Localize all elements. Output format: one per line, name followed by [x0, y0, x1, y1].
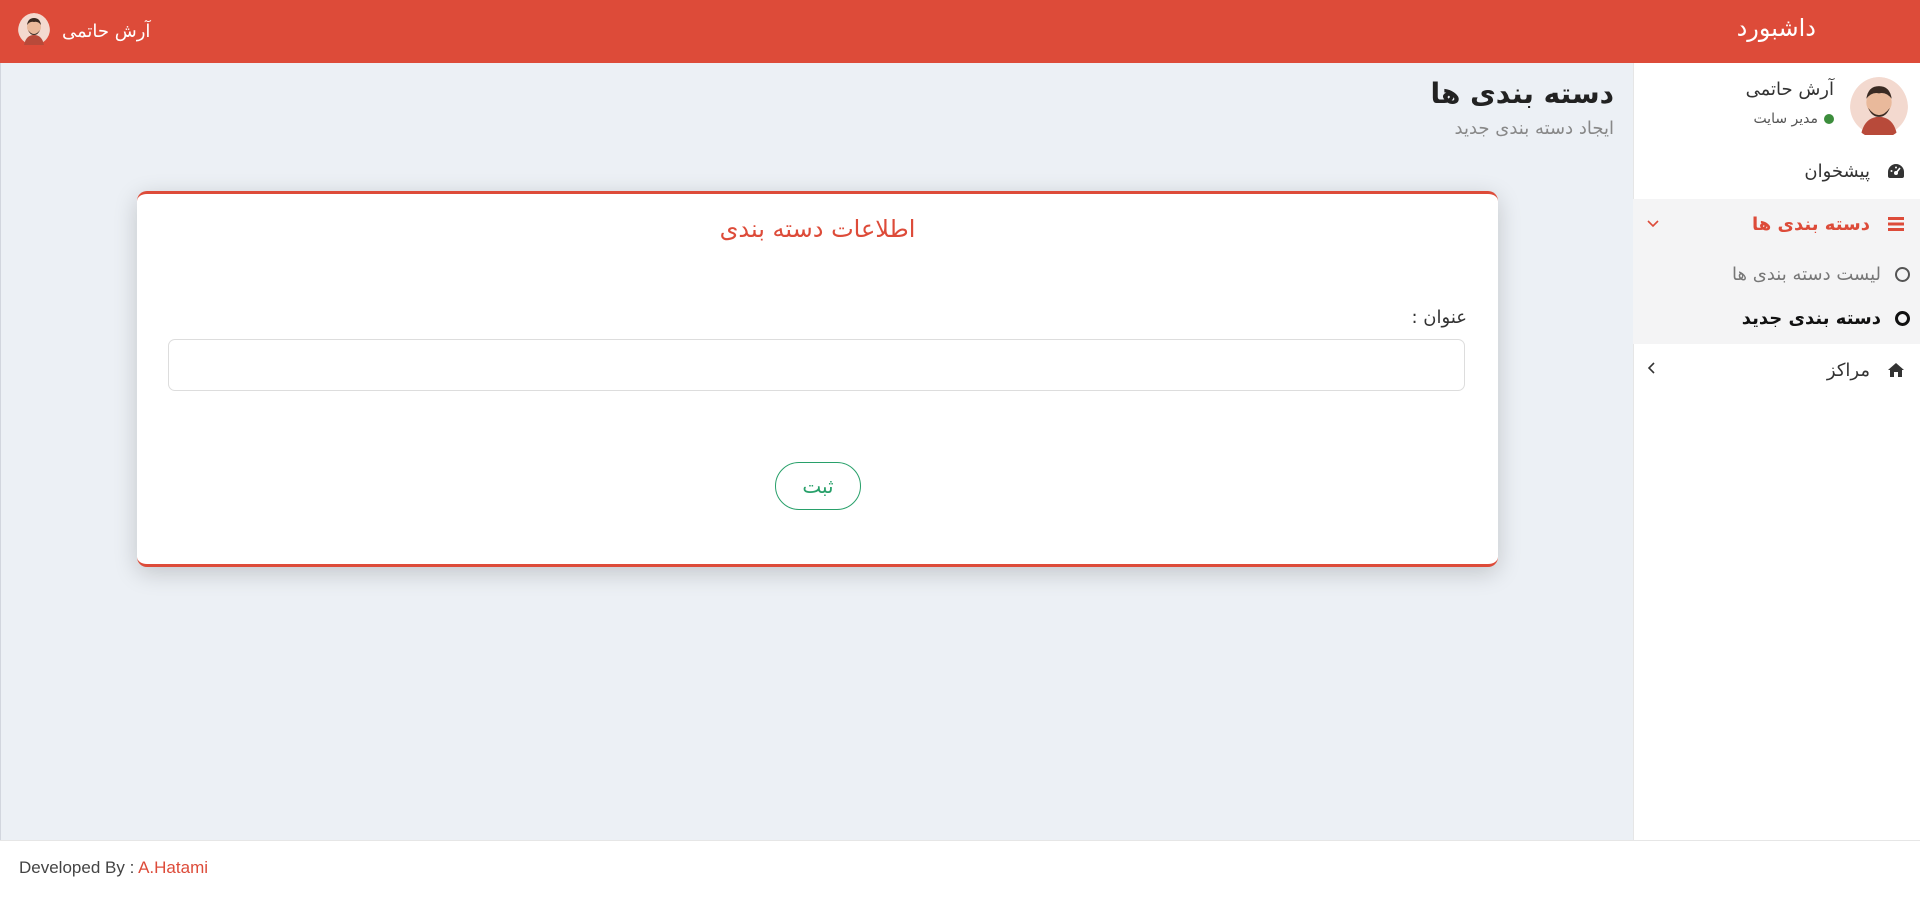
header-user-name: آرش حاتمی: [62, 20, 151, 42]
sidebar-subitem-new-category[interactable]: دسته بندی جدید: [1633, 297, 1920, 339]
user-status: مدیر سایت: [1753, 111, 1834, 127]
sidebar-item-categories[interactable]: دسته بندی ها: [1633, 199, 1920, 249]
top-header: داشبورد آرش حاتمی: [0, 0, 1920, 63]
chevron-down-icon: [1647, 216, 1659, 232]
sidebar-user-name: آرش حاتمی: [1745, 79, 1834, 100]
chevron-left-icon: [1647, 362, 1655, 378]
dashboard-icon: [1886, 163, 1906, 179]
sidebar-item-centers[interactable]: مراکز: [1633, 345, 1920, 395]
footer-credit: Developed By : A.Hatami: [19, 858, 208, 878]
sidebar: آرش حاتمی مدیر سایت پیشخوان دسته بندی ها…: [1633, 63, 1920, 840]
title-input[interactable]: [168, 339, 1465, 391]
avatar: [18, 13, 50, 49]
circle-icon: [1895, 266, 1910, 282]
circle-icon: [1895, 310, 1910, 326]
sidebar-subitem-category-list[interactable]: لیست دسته بندی ها: [1633, 253, 1920, 295]
brand-logo[interactable]: داشبورد: [1737, 14, 1816, 42]
sidebar-item-label: مراکز: [1826, 359, 1870, 381]
sidebar-item-label: پیشخوان: [1804, 160, 1870, 182]
list-icon: [1886, 217, 1906, 231]
author-link[interactable]: A.Hatami: [138, 858, 208, 877]
categories-submenu: لیست دسته بندی ها دسته بندی جدید: [1633, 249, 1920, 344]
title-field-label: عنوان :: [1411, 307, 1467, 328]
sidebar-item-dashboard[interactable]: پیشخوان: [1633, 146, 1920, 196]
page-subtitle: ایجاد دسته بندی جدید: [1454, 118, 1615, 139]
category-form-card: اطلاعات دسته بندی عنوان : ثبت: [137, 191, 1498, 567]
home-icon: [1886, 362, 1906, 378]
avatar: [1850, 77, 1908, 139]
user-menu-toggle[interactable]: آرش حاتمی: [18, 13, 151, 49]
online-status-icon: [1824, 114, 1834, 124]
footer-prefix: Developed By :: [19, 858, 135, 877]
sidebar-user-panel: آرش حاتمی مدیر سایت: [1638, 77, 1908, 135]
submit-button[interactable]: ثبت: [775, 462, 861, 510]
main-content: دسته بندی ها ایجاد دسته بندی جدید اطلاعا…: [0, 63, 1633, 840]
user-role: مدیر سایت: [1753, 111, 1818, 127]
footer: Developed By : A.Hatami: [0, 840, 1920, 901]
sidebar-item-label: دسته بندی ها: [1752, 213, 1870, 235]
page-title: دسته بندی ها: [1430, 77, 1614, 110]
sidebar-subitem-label: دسته بندی جدید: [1741, 307, 1881, 329]
card-title: اطلاعات دسته بندی: [719, 215, 916, 243]
sidebar-subitem-label: لیست دسته بندی ها: [1732, 263, 1881, 285]
